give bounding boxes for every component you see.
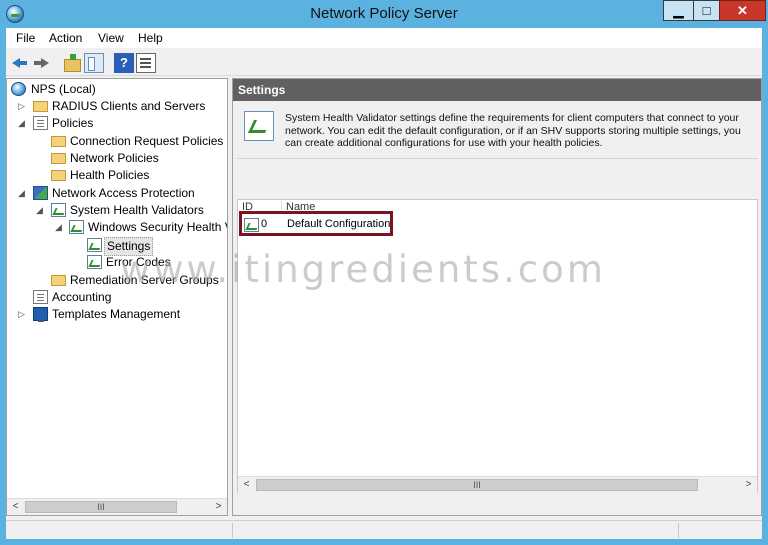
scroll-right-button[interactable]: > [210, 499, 227, 515]
collapse-icon[interactable]: ◢ [36, 202, 44, 219]
nps-icon [11, 82, 26, 96]
accounting-icon [33, 290, 48, 304]
maximize-button[interactable]: □ [693, 0, 720, 21]
scroll-thumb[interactable]: III [25, 501, 177, 513]
help-icon[interactable]: ? [114, 53, 134, 73]
up-folder-icon[interactable] [62, 53, 82, 73]
title-bar: Network Policy Server ▁ □ ✕ [0, 0, 768, 28]
folder-icon [51, 170, 66, 181]
menu-view[interactable]: View [98, 31, 124, 45]
collapse-icon[interactable]: ◢ [18, 185, 26, 202]
configuration-list: ID Name 0 Default Configuration < III > [237, 199, 758, 493]
scroll-left-button[interactable]: < [238, 477, 255, 493]
description-text: System Health Validator settings define … [285, 112, 741, 149]
back-arrow-icon[interactable] [10, 53, 30, 73]
scroll-thumb[interactable]: III [256, 479, 698, 491]
scroll-left-button[interactable]: < [7, 499, 24, 515]
minimize-button[interactable]: ▁ [663, 0, 694, 21]
tree-horizontal-scrollbar[interactable]: < III > [7, 498, 227, 515]
templates-icon [33, 307, 48, 322]
shv-icon [87, 238, 102, 252]
status-divider [678, 523, 679, 538]
details-pane: Settings System Health Validator setting… [232, 78, 762, 516]
list-horizontal-scrollbar[interactable]: < III > [238, 476, 757, 493]
window-title: Network Policy Server [310, 5, 458, 22]
section-header: Settings [233, 79, 761, 101]
status-divider [232, 523, 233, 538]
app-window: Network Policy Server ▁ □ ✕ File Action … [0, 0, 768, 545]
shv-icon [69, 220, 84, 234]
collapse-icon[interactable]: ◢ [55, 219, 63, 236]
scroll-right-button[interactable]: > [740, 477, 757, 493]
shv-icon [51, 203, 66, 217]
status-bar [6, 520, 762, 539]
folder-icon [51, 275, 66, 286]
forward-arrow-icon[interactable] [31, 53, 51, 73]
toolbar: ? [6, 50, 762, 76]
folder-icon [51, 136, 66, 147]
collapse-icon[interactable]: ◢ [18, 115, 26, 132]
highlight-box [239, 211, 393, 236]
properties-icon[interactable] [136, 53, 156, 73]
menu-help[interactable]: Help [138, 31, 163, 45]
close-button[interactable]: ✕ [719, 0, 766, 21]
menu-bar: File Action View Help [6, 28, 762, 48]
shv-icon [87, 255, 102, 269]
description-panel: System Health Validator settings define … [237, 105, 758, 159]
expand-icon[interactable]: ▷ [18, 98, 26, 115]
policies-icon [33, 116, 48, 130]
menu-file[interactable]: File [16, 31, 35, 45]
client-area: File Action View Help ? NPS (Local) ▷ RA… [6, 28, 762, 539]
menu-action[interactable]: Action [49, 31, 82, 45]
folder-icon [33, 101, 48, 112]
expand-icon[interactable]: ▷ [18, 306, 26, 323]
console-tree: NPS (Local) ▷ RADIUS Clients and Servers… [6, 78, 228, 516]
nap-icon [33, 186, 48, 200]
shv-icon [244, 111, 274, 141]
show-hide-tree-icon[interactable] [84, 53, 104, 73]
folder-icon [51, 153, 66, 164]
